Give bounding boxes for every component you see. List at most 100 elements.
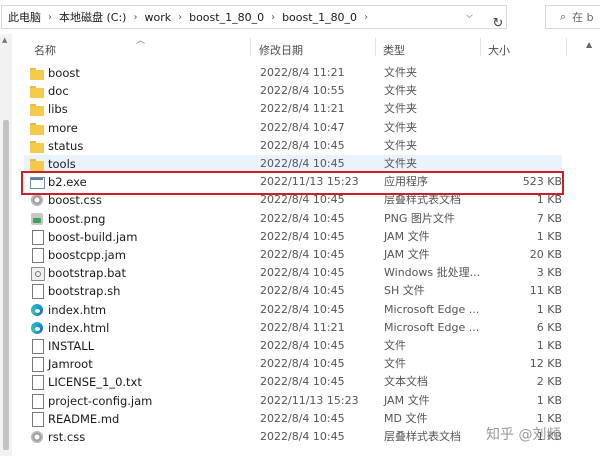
file-type: Windows 批处理...	[384, 266, 481, 280]
column-header-size[interactable]: 大小	[488, 42, 510, 58]
file-date: 2022/8/4 10:45	[260, 266, 345, 280]
file-type: 文件夹	[384, 66, 417, 79]
document-icon	[30, 375, 44, 391]
file-type: 文件夹	[384, 120, 417, 134]
file-row[interactable]: bootstrap.sh 2022/8/4 10:45 SH 文件 11 KB	[24, 282, 562, 300]
file-type: 文件	[384, 357, 406, 371]
folder-icon	[30, 157, 44, 171]
file-row[interactable]: rst.css 2022/8/4 10:45 层叠样式表文档 1 KB	[24, 428, 562, 446]
file-type: 文件夹	[384, 138, 417, 152]
column-header-type[interactable]: 类型	[383, 42, 405, 58]
css-icon	[30, 193, 44, 207]
navigation-pane-scrollbar[interactable]: ▲	[0, 34, 12, 456]
file-row[interactable]: LICENSE_1_0.txt 2022/8/4 10:45 文本文档 2 KB	[24, 373, 562, 391]
file-date: 2022/8/4 10:45	[260, 248, 345, 261]
file-size: 6 KB	[536, 320, 562, 334]
column-divider[interactable]	[480, 38, 481, 56]
file-date: 2022/8/4 11:21	[260, 66, 345, 79]
file-row[interactable]: libs 2022/8/4 11:21 文件夹	[24, 100, 562, 118]
file-date: 2022/8/4 10:45	[260, 302, 345, 316]
navigation-scrollbar-thumb[interactable]	[3, 120, 9, 450]
highlight-annotation-box	[21, 171, 564, 195]
breadcrumb-boost-parent[interactable]: boost_1_80_0	[189, 11, 264, 24]
search-input[interactable]: ⌕ 在 b	[545, 5, 600, 29]
file-name: libs	[48, 102, 68, 117]
breadcrumb-boost-current[interactable]: boost_1_80_0	[282, 11, 357, 24]
breadcrumb-separator-icon[interactable]: ›	[178, 12, 182, 23]
file-row[interactable]: boost.png 2022/8/4 10:45 PNG 图片文件 7 KB	[24, 210, 562, 228]
file-row[interactable]: Jamroot 2022/8/4 10:45 文件 12 KB	[24, 355, 562, 373]
file-list-scrollbar[interactable]: ▲	[581, 34, 600, 456]
file-size: 1 KB	[536, 229, 562, 243]
refresh-button[interactable]: ↻	[488, 11, 508, 35]
file-name: boost-build.jam	[48, 229, 138, 244]
file-type: JAM 文件	[384, 248, 430, 261]
file-row[interactable]: README.md 2022/8/4 10:45 MD 文件 1 KB	[24, 410, 562, 428]
file-name: index.html	[48, 320, 110, 335]
file-size: 3 KB	[536, 266, 562, 280]
file-name: bootstrap.bat	[48, 266, 126, 281]
column-header: ︿ 名称 修改日期 类型 大小	[12, 34, 581, 60]
file-name: rst.css	[48, 430, 86, 444]
address-box[interactable]: 此电脑 › 本地磁盘 (C:) › work › boost_1_80_0 › …	[1, 5, 507, 31]
file-row[interactable]: boost 2022/8/4 11:21 文件夹	[24, 64, 562, 82]
address-history-chevron-down-icon[interactable]: ⌵	[466, 11, 473, 21]
file-size: 20 KB	[529, 248, 562, 261]
document-icon	[30, 339, 44, 354]
file-name: more	[48, 120, 78, 135]
scroll-up-arrow-icon[interactable]: ▲	[2, 36, 7, 44]
file-type: 层叠样式表文档	[384, 430, 461, 443]
breadcrumb-work[interactable]: work	[144, 11, 171, 24]
file-name: project-config.jam	[48, 393, 153, 408]
column-header-date[interactable]: 修改日期	[259, 42, 303, 58]
file-date: 2022/8/4 10:45	[260, 138, 345, 152]
file-type: 文件夹	[384, 102, 417, 116]
file-row[interactable]: boost-build.jam 2022/8/4 10:45 JAM 文件 1 KB	[24, 228, 562, 246]
file-name: boost	[48, 66, 80, 80]
file-type: JAM 文件	[384, 393, 430, 407]
file-type: MD 文件	[384, 411, 428, 425]
file-size: 1 KB	[536, 393, 562, 407]
watermark: 知乎 @刘频	[486, 427, 561, 443]
file-row[interactable]: index.html 2022/8/4 11:21 Microsoft Edge .…	[24, 319, 562, 337]
breadcrumb-separator-icon[interactable]: ›	[271, 12, 275, 23]
breadcrumb: 此电脑 › 本地磁盘 (C:) › work › boost_1_80_0 › …	[8, 6, 375, 28]
file-date: 2022/8/4 10:45	[260, 284, 345, 298]
breadcrumb-local-disk[interactable]: 本地磁盘 (C:)	[59, 9, 126, 25]
file-date: 2022/8/4 10:45	[260, 211, 345, 225]
folder-icon	[30, 121, 44, 135]
document-icon	[30, 248, 44, 263]
document-icon	[30, 411, 44, 427]
file-row[interactable]: INSTALL 2022/8/4 10:45 文件 1 KB	[24, 337, 562, 355]
search-icon: ⌕	[560, 10, 567, 23]
file-size: 1 KB	[536, 339, 562, 352]
file-row[interactable]: project-config.jam 2022/11/13 15:23 JAM 文件…	[24, 392, 562, 410]
batch-icon	[30, 266, 45, 282]
file-row[interactable]: more 2022/8/4 10:47 文件夹	[24, 119, 562, 137]
file-row[interactable]: doc 2022/8/4 10:55 文件夹	[24, 82, 562, 100]
file-name: INSTALL	[48, 339, 95, 353]
file-row[interactable]: boostcpp.jam 2022/8/4 10:45 JAM 文件 20 KB	[24, 246, 562, 264]
file-name: status	[48, 138, 84, 153]
column-divider[interactable]	[375, 38, 376, 56]
file-date: 2022/8/4 10:45	[260, 375, 345, 389]
column-header-name[interactable]: 名称	[34, 42, 56, 58]
edge-icon	[30, 321, 44, 335]
document-icon	[30, 357, 44, 373]
column-divider[interactable]	[250, 38, 251, 56]
file-row[interactable]: bootstrap.bat 2022/8/4 10:45 Windows 批处理..…	[24, 264, 562, 282]
scroll-up-arrow-icon[interactable]: ▲	[586, 40, 592, 49]
column-divider[interactable]	[566, 38, 567, 56]
file-date: 2022/8/4 10:45	[260, 339, 345, 352]
file-date: 2022/8/4 10:55	[260, 84, 345, 98]
file-row[interactable]: index.htm 2022/8/4 10:45 Microsoft Edge ..…	[24, 301, 562, 319]
breadcrumb-separator-icon[interactable]: ›	[364, 12, 368, 23]
file-type: SH 文件	[384, 284, 425, 298]
breadcrumb-separator-icon[interactable]: ›	[133, 12, 137, 23]
file-date: 2022/8/4 11:21	[260, 102, 345, 116]
file-name: doc	[48, 84, 69, 99]
breadcrumb-separator-icon[interactable]: ›	[48, 12, 52, 23]
breadcrumb-this-pc[interactable]: 此电脑	[8, 9, 41, 25]
file-type: 文件夹	[384, 84, 417, 98]
file-row[interactable]: status 2022/8/4 10:45 文件夹	[24, 137, 562, 155]
